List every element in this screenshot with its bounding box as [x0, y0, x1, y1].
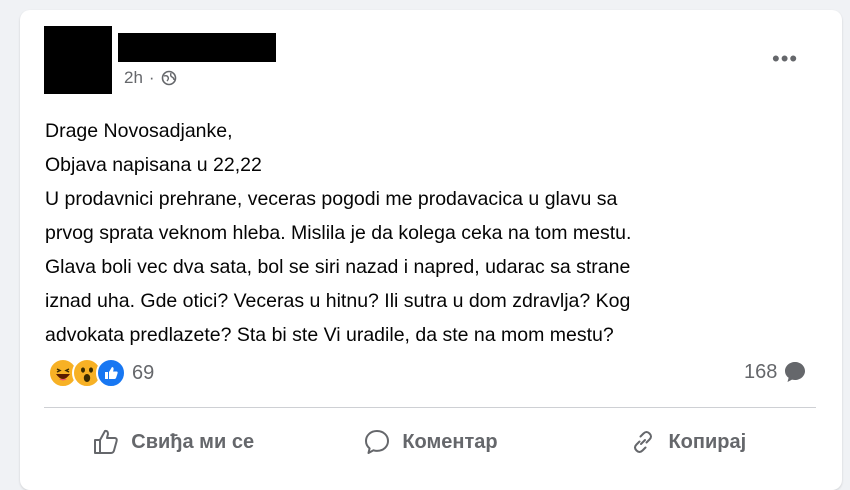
post-body: Drage Novosadjanke, Objava napisana u 22…	[45, 114, 825, 352]
post-line: iznad uha. Gde otici? Veceras u hitnu? I…	[45, 290, 631, 312]
more-options-button[interactable]: •••	[772, 48, 798, 70]
comment-count[interactable]: 168	[744, 361, 777, 384]
copy-button-label: Копирај	[668, 430, 747, 453]
comment-button[interactable]: Коментар	[301, 414, 558, 470]
post-line: Glava boli vec dva sata, bol se siri naz…	[45, 256, 631, 278]
post-line: Objava napisana u 22,22	[45, 154, 262, 176]
like-reaction-icon	[96, 358, 126, 388]
copy-link-button[interactable]: Копирај	[559, 414, 816, 470]
author-name-redacted[interactable]	[118, 33, 276, 62]
link-icon	[634, 431, 653, 453]
comment-button-label: Коментар	[402, 430, 498, 453]
actions-divider	[44, 407, 816, 408]
comment-count-link[interactable]: 168	[744, 360, 807, 384]
thumbs-up-icon	[94, 429, 119, 454]
avatar-redacted[interactable]	[44, 26, 112, 94]
post-card: 2h · ••• Drage Novosadjanke, Objava napi…	[20, 10, 842, 490]
post-time[interactable]: 2h	[124, 68, 143, 88]
post-actions: Свиђа ми се Коментар Копирај	[44, 414, 816, 470]
post-line: U prodavnici prehrane, veceras pogodi me…	[45, 188, 618, 210]
comment-icon	[365, 430, 390, 454]
comment-bubble-icon	[785, 362, 806, 382]
reaction-count[interactable]: 69	[132, 362, 154, 385]
post-line: advokata predlazete? Sta bi ste Vi uradi…	[45, 324, 614, 346]
post-line: prvog sprata veknom hleba. Mislila je da…	[45, 222, 632, 244]
post-meta: 2h ·	[124, 68, 177, 88]
post-meta-dot: ·	[148, 68, 155, 87]
reactions-summary[interactable]: 69	[48, 358, 154, 388]
like-button-label: Свиђа ми се	[131, 430, 255, 453]
globe-icon[interactable]	[161, 70, 177, 86]
post-line: Drage Novosadjanke,	[45, 120, 233, 142]
like-button[interactable]: Свиђа ми се	[44, 414, 301, 470]
